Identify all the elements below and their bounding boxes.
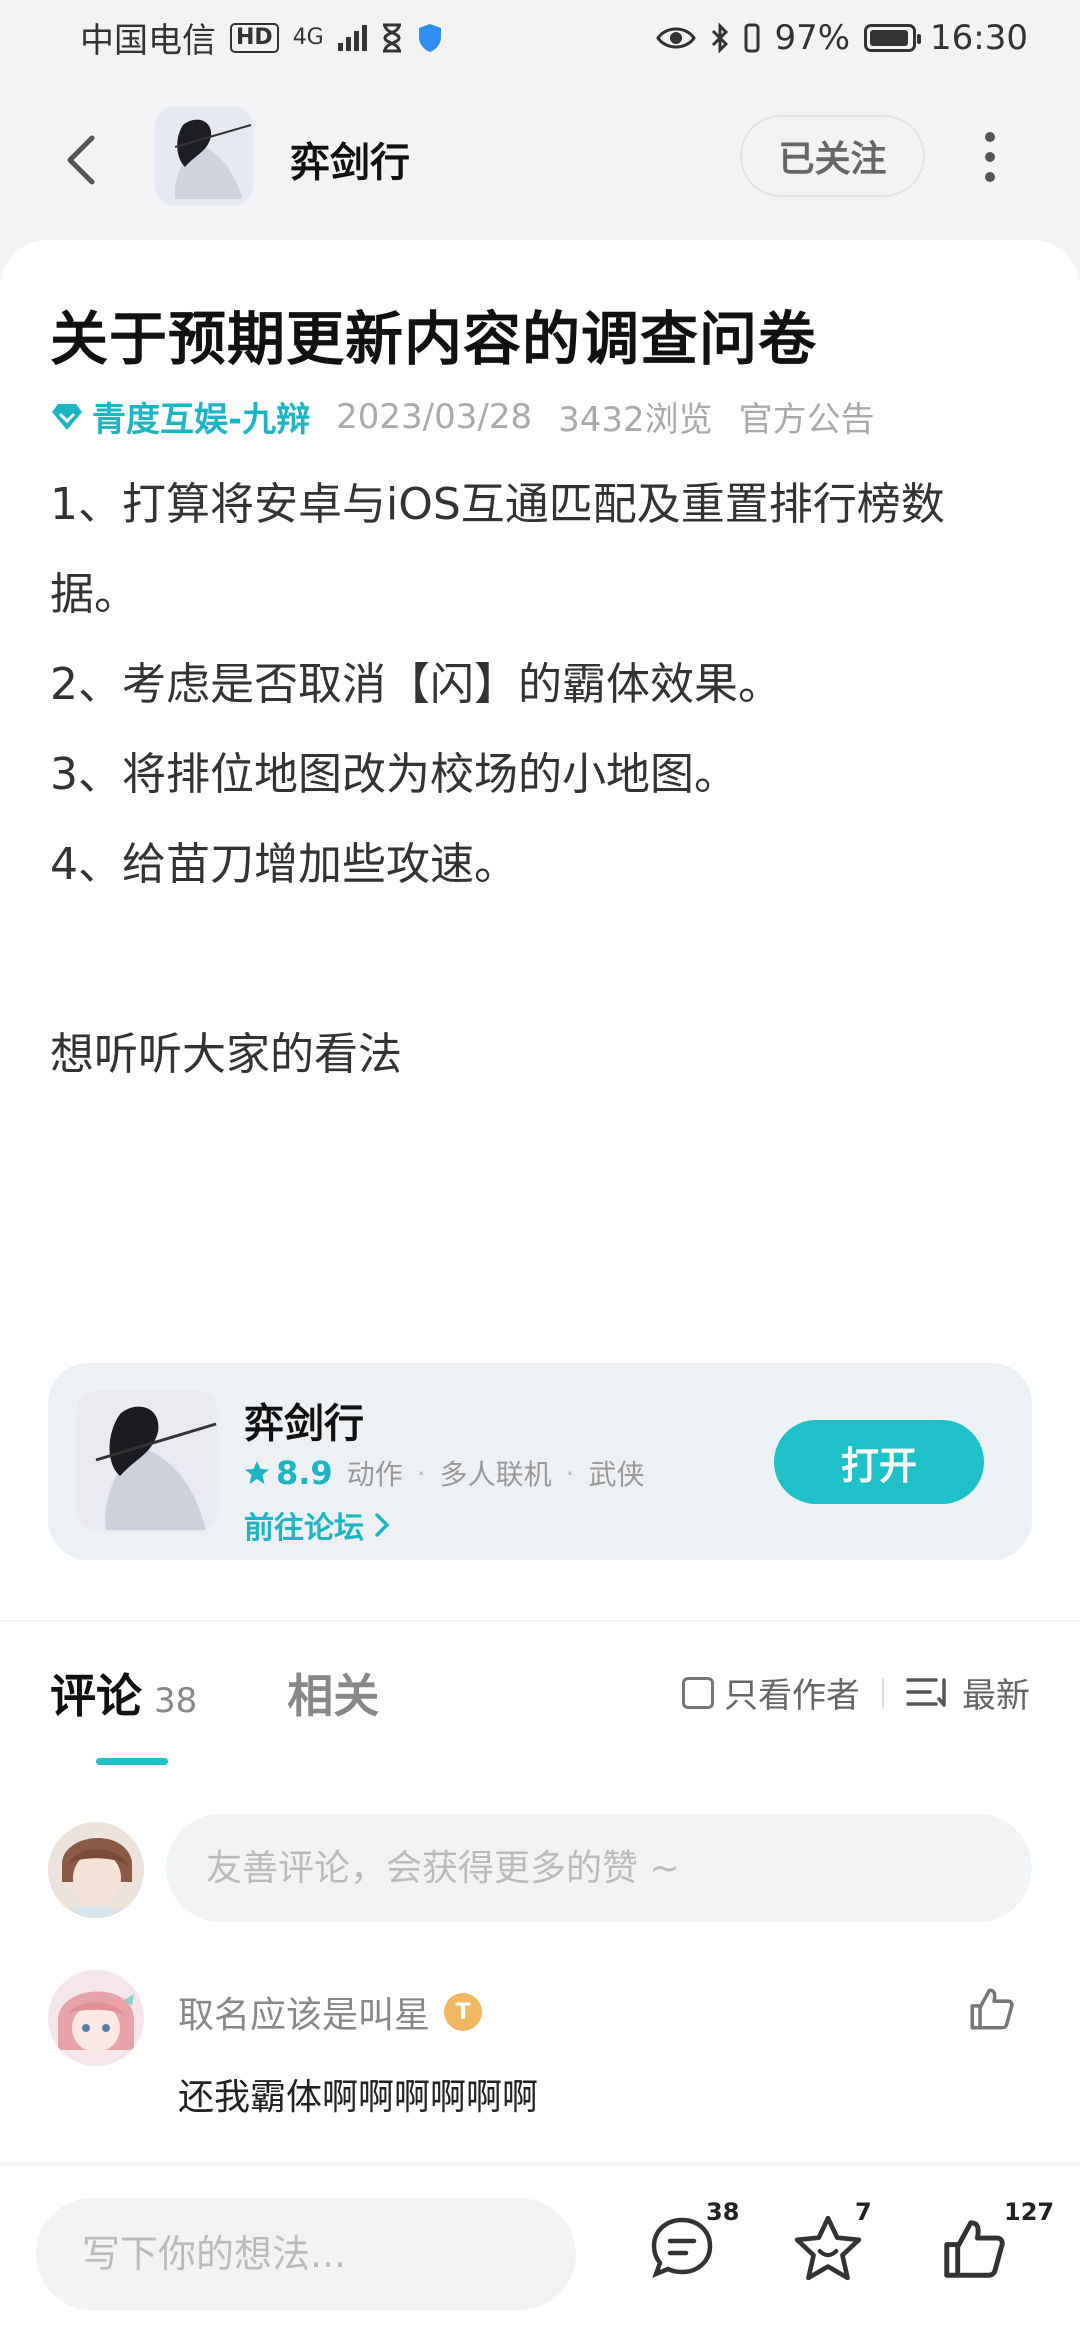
clock: 16:30 bbox=[930, 17, 1028, 58]
sort-label[interactable]: 最新 bbox=[962, 1668, 1030, 1717]
post-line: 据。 bbox=[50, 569, 138, 620]
author-only-checkbox[interactable] bbox=[682, 1676, 714, 1709]
forum-link-label: 前往论坛 bbox=[244, 1511, 364, 1546]
forum-link[interactable]: 前往论坛 bbox=[244, 1503, 390, 1547]
vibrate-icon bbox=[744, 23, 760, 52]
hd-badge: HD bbox=[230, 22, 279, 53]
signal-icon bbox=[337, 24, 367, 51]
game-tag: 武侠 bbox=[588, 1458, 645, 1491]
bottom-favorite-count: 7 bbox=[855, 2198, 872, 2226]
nav-title: 弈剑行 bbox=[290, 140, 410, 186]
thumbs-up-icon bbox=[944, 2220, 1005, 2278]
bottom-like-count: 127 bbox=[1004, 2198, 1055, 2226]
game-tag: 动作 bbox=[346, 1458, 403, 1491]
comment-count: 38 bbox=[154, 1681, 198, 1721]
thumbs-up-icon[interactable] bbox=[966, 1984, 1016, 2034]
author-name: 青度互娱-九辩 bbox=[92, 400, 311, 440]
comment-input[interactable] bbox=[166, 1814, 1032, 1922]
eye-icon bbox=[656, 27, 697, 48]
commenter-name-row: 取名应该是叫星 T bbox=[178, 1986, 483, 2038]
more-options-icon[interactable] bbox=[982, 132, 998, 182]
post-tag: 官方公告 bbox=[738, 400, 875, 440]
score-value: 8.9 bbox=[276, 1454, 333, 1492]
open-game-button[interactable]: 打开 bbox=[774, 1420, 984, 1504]
post-date: 2023/03/28 bbox=[336, 396, 533, 437]
tab-comments[interactable]: 评论 bbox=[50, 1660, 142, 1726]
network-label: 4G bbox=[292, 24, 324, 50]
top-nav: 弈剑行 已关注 bbox=[0, 100, 1080, 215]
commenter-name[interactable]: 取名应该是叫星 bbox=[178, 1986, 430, 2038]
level-badge: T bbox=[444, 1993, 483, 2031]
game-avatar[interactable] bbox=[155, 107, 253, 205]
hourglass-icon bbox=[382, 23, 401, 52]
bottom-like-button[interactable]: 127 bbox=[938, 2198, 1054, 2286]
reply-input[interactable] bbox=[36, 2198, 576, 2310]
game-score: 8.9 bbox=[244, 1454, 333, 1492]
post-title: 关于预期更新内容的调查问卷 bbox=[50, 305, 818, 373]
star-icon bbox=[794, 2215, 862, 2281]
post-author[interactable]: 青度互娱-九辩 bbox=[50, 392, 310, 441]
active-tab-indicator bbox=[96, 1758, 168, 1765]
post-closing: 想听听大家的看法 bbox=[50, 1029, 402, 1080]
game-card[interactable]: 弈剑行 8.9 动作 · 多人联机 · 武侠 前往论坛 打开 bbox=[48, 1363, 1032, 1560]
post-views: 3432浏览 bbox=[558, 400, 713, 440]
shield-icon bbox=[418, 23, 441, 52]
game-meta: 8.9 动作 · 多人联机 · 武侠 bbox=[244, 1453, 645, 1493]
comment-tabs: 评论 38 相关 bbox=[50, 1660, 379, 1726]
post-line: 4、给苗刀增加些攻速。 bbox=[50, 839, 518, 890]
chevron-right-icon bbox=[375, 1513, 390, 1537]
carrier-label: 中国电信 bbox=[80, 21, 216, 61]
post-line: 2、考虑是否取消【闪】的霸体效果。 bbox=[50, 659, 782, 710]
star-icon bbox=[245, 1461, 269, 1484]
comments-section: 评论 38 相关 只看作者 最新 取名应该是叫星 T 还我霸体啊啊啊啊啊啊 bbox=[0, 1622, 1080, 2162]
diamond-icon bbox=[52, 403, 82, 430]
post-line: 1、打算将安卓与iOS互通匹配及重置排行榜数 bbox=[50, 479, 945, 530]
comment-text: 还我霸体啊啊啊啊啊啊 bbox=[178, 2077, 539, 2118]
following-button[interactable]: 已关注 bbox=[740, 115, 925, 197]
bottom-comment-count: 38 bbox=[706, 2198, 740, 2226]
game-icon[interactable] bbox=[76, 1390, 218, 1532]
comment-item: 取名应该是叫星 T 还我霸体啊啊啊啊啊啊 bbox=[48, 1970, 1032, 2130]
game-tag: 多人联机 bbox=[439, 1458, 552, 1491]
author-only-label[interactable]: 只看作者 bbox=[724, 1668, 860, 1717]
bottom-bar: 38 7 127 bbox=[0, 2165, 1080, 2340]
post-meta: 青度互娱-九辩 2023/03/28 3432浏览 官方公告 bbox=[50, 392, 875, 441]
post-body: 1、打算将安卓与iOS互通匹配及重置排行榜数 据。 2、考虑是否取消【闪】的霸体… bbox=[50, 460, 1040, 1100]
comment-button[interactable]: 38 bbox=[648, 2198, 739, 2286]
sort-icon[interactable] bbox=[906, 1676, 950, 1710]
bottom-favorite-button[interactable]: 7 bbox=[793, 2198, 872, 2286]
comment-filters: 只看作者 最新 bbox=[682, 1668, 1030, 1717]
comment-input-row bbox=[48, 1814, 1032, 1924]
game-name: 弈剑行 bbox=[244, 1401, 364, 1447]
commenter-avatar[interactable] bbox=[48, 1970, 144, 2066]
avatar[interactable] bbox=[48, 1822, 144, 1918]
back-arrow-icon[interactable] bbox=[60, 130, 110, 190]
battery-icon bbox=[864, 23, 922, 52]
battery-percent: 97% bbox=[774, 17, 851, 58]
tab-related[interactable]: 相关 bbox=[287, 1660, 379, 1726]
bluetooth-icon bbox=[712, 21, 729, 54]
status-bar: 中国电信 HD 4G 97% 16:30 bbox=[0, 0, 1080, 75]
post-line: 3、将排位地图改为校场的小地图。 bbox=[50, 749, 738, 800]
